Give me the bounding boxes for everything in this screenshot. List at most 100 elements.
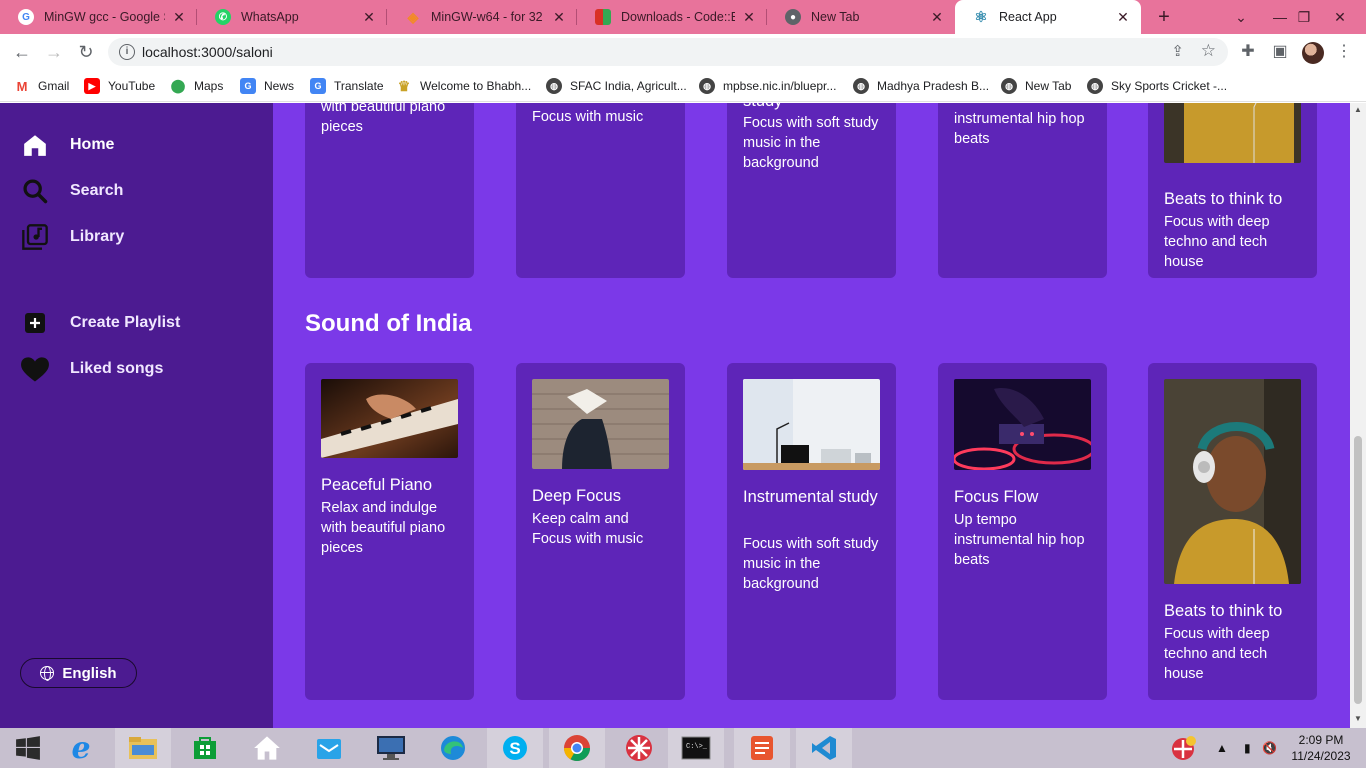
- card-title: Peaceful Piano: [321, 476, 432, 494]
- playlist-card-peaceful-piano[interactable]: Peaceful Piano Relax and indulge with be…: [305, 363, 474, 700]
- close-icon[interactable]: ✕: [929, 9, 945, 26]
- bookmark-label: Maps: [194, 79, 224, 93]
- store-icon[interactable]: [177, 728, 233, 768]
- lenovo-app-icon[interactable]: [363, 728, 419, 768]
- bookmark-gmail[interactable]: M Gmail: [14, 76, 69, 96]
- sidebar-item-label: Create Playlist: [70, 314, 181, 331]
- app-icon[interactable]: [611, 728, 667, 768]
- scroll-up-icon[interactable]: ▲: [1354, 105, 1362, 114]
- close-icon[interactable]: ✕: [741, 9, 757, 26]
- bookmark-madhya-pradesh[interactable]: ◍ Madhya Pradesh B...: [853, 76, 989, 96]
- tab-mingw-gcc[interactable]: G MinGW gcc - Google S ✕: [0, 0, 197, 34]
- playlist-card-deep-focus[interactable]: Deep Focus Keep calm and Focus with musi…: [516, 363, 685, 700]
- file-explorer-icon[interactable]: [115, 728, 171, 768]
- close-window-icon[interactable]: ✕: [1320, 0, 1360, 34]
- menu-icon[interactable]: ⋮: [1334, 42, 1354, 62]
- scrollbar-thumb[interactable]: [1354, 436, 1362, 704]
- sidebar-item-search[interactable]: Search: [20, 175, 123, 207]
- tab-whatsapp[interactable]: ✆ WhatsApp ✕: [197, 0, 387, 34]
- slides-app-icon[interactable]: [734, 728, 790, 768]
- browser-toolbar: ← → ↻ i localhost:3000/saloni ⇪ ☆ ✚ ▣ ⋮: [0, 34, 1366, 70]
- scroll-down-icon[interactable]: ▼: [1354, 714, 1362, 723]
- playlist-card-beats-to-think-to[interactable]: Beats to think to Focus with deep techno…: [1148, 363, 1317, 700]
- side-panel-icon[interactable]: ▣: [1270, 42, 1290, 62]
- sidebar-item-liked-songs[interactable]: Liked songs: [20, 353, 163, 385]
- bookmark-translate[interactable]: G Translate: [310, 76, 384, 96]
- sidebar-item-label: Home: [70, 136, 115, 153]
- card-description: Focus with soft study music in the backg…: [743, 536, 879, 592]
- bookmark-star-icon[interactable]: ☆: [1201, 41, 1216, 61]
- close-icon[interactable]: ✕: [361, 9, 377, 26]
- site-info-icon[interactable]: i: [119, 44, 135, 60]
- headphones-image: [1164, 103, 1301, 163]
- playlist-card[interactable]: instrumental hip hop beats: [938, 103, 1107, 278]
- tab-title: Downloads - Code::Bloc: [621, 10, 735, 24]
- bookmark-sfac[interactable]: ◍ SFAC India, Agricult...: [546, 76, 687, 96]
- tab-title: React App: [999, 10, 1057, 24]
- back-icon[interactable]: ←: [10, 40, 34, 64]
- home-icon: [20, 130, 50, 160]
- playlist-card[interactable]: with beautiful piano pieces: [305, 103, 474, 278]
- playlist-card-focus-flow[interactable]: Focus Flow Up tempo instrumental hip hop…: [938, 363, 1107, 700]
- language-button[interactable]: English: [20, 658, 137, 688]
- bookmark-label: YouTube: [108, 79, 156, 93]
- bookmark-label: New Tab: [1025, 79, 1072, 93]
- bookmark-sky-sports[interactable]: ◍ Sky Sports Cricket -...: [1087, 76, 1227, 96]
- tab-mingw-w64[interactable]: ◈ MinGW-w64 - for 32 an ✕: [387, 0, 577, 34]
- bookmark-mpbse[interactable]: ◍ mpbse.nic.in/bluepr...: [699, 76, 836, 96]
- globe-icon: ◍: [1087, 78, 1103, 94]
- terminal-icon[interactable]: C:\>_: [668, 728, 724, 768]
- url-text[interactable]: localhost:3000/saloni: [142, 44, 273, 60]
- reload-icon[interactable]: ↻: [74, 40, 98, 64]
- edge-icon[interactable]: [425, 728, 481, 768]
- internet-explorer-icon[interactable]: e: [53, 728, 109, 768]
- tab-search-icon[interactable]: ⌄: [1221, 0, 1261, 34]
- desk-image: [743, 379, 880, 470]
- sidebar-item-create-playlist[interactable]: Create Playlist: [20, 307, 180, 339]
- address-bar[interactable]: i localhost:3000/saloni ⇪ ☆: [108, 38, 1228, 66]
- tab-title: WhatsApp: [241, 10, 299, 24]
- globe-icon: ◍: [853, 78, 869, 94]
- system-clock[interactable]: 2:09 PM 11/24/2023: [1286, 732, 1356, 764]
- restore-icon[interactable]: ❐: [1284, 0, 1324, 34]
- show-hidden-icons[interactable]: ▲: [1216, 728, 1228, 768]
- vscode-icon[interactable]: [796, 728, 852, 768]
- tray-app-icon[interactable]: [1156, 728, 1212, 768]
- heart-icon: [20, 354, 50, 384]
- sidebar-item-library[interactable]: Library: [20, 221, 124, 253]
- playlist-card-instrumental-study[interactable]: Instrumental study Focus with soft study…: [727, 363, 896, 700]
- tab-codeblocks[interactable]: Downloads - Code::Bloc ✕: [577, 0, 767, 34]
- tab-react-app[interactable]: ⚛ React App ✕: [955, 0, 1141, 34]
- bookmark-new-tab[interactable]: ◍ New Tab: [1001, 76, 1071, 96]
- bookmark-youtube[interactable]: ▶ YouTube: [84, 76, 155, 96]
- playlist-card[interactable]: Beats to think to Focus with deep techno…: [1148, 103, 1317, 278]
- mail-app-icon[interactable]: [301, 728, 357, 768]
- battery-icon[interactable]: ▮: [1244, 728, 1251, 768]
- skype-icon[interactable]: S: [487, 728, 543, 768]
- close-icon[interactable]: ✕: [551, 9, 567, 26]
- profile-avatar[interactable]: [1302, 42, 1324, 64]
- page-scrollbar[interactable]: ▲ ▼: [1350, 103, 1366, 728]
- bookmark-label: mpbse.nic.in/bluepr...: [723, 79, 837, 93]
- close-icon[interactable]: ✕: [1115, 9, 1131, 26]
- chrome-app-icon[interactable]: [549, 728, 605, 768]
- start-button[interactable]: [0, 728, 56, 768]
- home-app-icon[interactable]: [239, 728, 295, 768]
- playlist-card[interactable]: Focus with music: [516, 103, 685, 278]
- playlist-card[interactable]: study Focus with soft study music in the…: [727, 103, 896, 278]
- bookmark-maps[interactable]: ⬤ Maps: [170, 76, 223, 96]
- reading-image: [532, 379, 669, 469]
- tab-new-tab[interactable]: ● New Tab ✕: [767, 0, 955, 34]
- close-icon[interactable]: ✕: [171, 9, 187, 26]
- extensions-icon[interactable]: ✚: [1238, 42, 1258, 62]
- sidebar-item-home[interactable]: Home: [20, 129, 114, 161]
- bookmark-news[interactable]: G News: [240, 76, 294, 96]
- bookmark-bhabha[interactable]: ♛ Welcome to Bhabh...: [396, 76, 531, 96]
- card-title: Beats to think to: [1164, 190, 1283, 208]
- bookmarks-bar: M Gmail ▶ YouTube ⬤ Maps G News G Transl…: [0, 70, 1366, 102]
- new-tab-button[interactable]: +: [1152, 5, 1176, 29]
- share-icon[interactable]: ⇪: [1171, 42, 1184, 60]
- volume-icon[interactable]: 🔇: [1262, 728, 1277, 768]
- forward-icon[interactable]: →: [42, 40, 66, 64]
- sidebar-item-label: Library: [70, 228, 125, 245]
